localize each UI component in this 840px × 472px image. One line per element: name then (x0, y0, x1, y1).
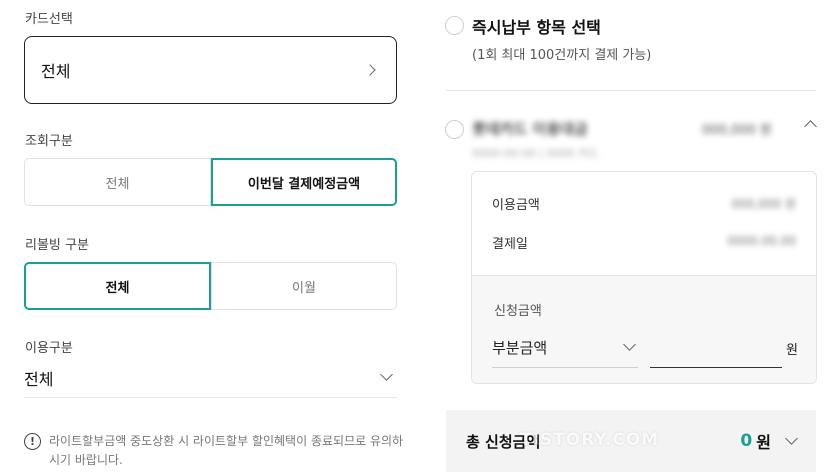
request-type-value: 부분금액 (492, 339, 548, 357)
revolving-type-all-button[interactable]: 전체 (24, 262, 211, 310)
usage-type-dropdown[interactable]: 전체 (24, 358, 397, 398)
inquiry-type-label: 조회구분 (25, 134, 73, 149)
card-select-label: 카드선택 (25, 12, 73, 27)
amount-input-underline (650, 367, 782, 368)
inquiry-type-all-button[interactable]: 전체 (24, 158, 211, 206)
revolving-type-label: 리볼빙 구분 (25, 238, 89, 253)
usage-type-label: 이용구분 (25, 341, 73, 356)
request-type-dropdown[interactable]: 부분금액 (492, 328, 638, 368)
chevron-down-icon (623, 338, 636, 351)
watermark: TISTORY.COM (520, 430, 660, 450)
info-icon: ! (24, 433, 41, 450)
total-value: 0 (740, 431, 753, 451)
notice-text: 라이트할부금액 중도상환 시 라이트할부 할인혜택이 종료되므로 유의하시기 바… (49, 434, 404, 467)
revolving-type-segment: 전체 이월 (24, 262, 397, 310)
notice: ! 라이트할부금액 중도상환 시 라이트할부 할인혜택이 종료되므로 유의하시기… (24, 432, 404, 470)
usage-type-value: 전체 (24, 369, 54, 389)
item-radio[interactable] (445, 120, 464, 139)
payment-date-label: 결제일 (492, 237, 528, 252)
divider (446, 90, 816, 91)
card-select-dropdown[interactable]: 전체 (24, 36, 397, 104)
chevron-down-icon (785, 431, 798, 445)
inquiry-type-segment: 전체 이번달 결제예정금액 (24, 158, 397, 206)
item-meta: 0000-00-00 | 0000 카드 (472, 147, 599, 160)
payment-date-value: 0000.00.00 (727, 234, 796, 248)
item-amount: 000,000 원 (702, 123, 772, 138)
chevron-up-icon[interactable] (804, 120, 817, 133)
request-amount-input[interactable]: 원 (650, 328, 798, 368)
instant-payment-title: 즉시납부 항목 선택 (472, 18, 601, 37)
usage-amount-label: 이용금액 (492, 198, 540, 213)
item-detail-panel: 이용금액 000,000 원 결제일 0000.00.00 신청금액 부분금액 … (471, 171, 817, 384)
amount-unit: 원 (786, 342, 798, 358)
item-name: 롯데카드 이용대금 (472, 120, 588, 138)
usage-amount-value: 000,000 원 (731, 197, 796, 211)
inquiry-type-this-month-button[interactable]: 이번달 결제예정금액 (211, 158, 397, 206)
select-all-radio[interactable] (445, 16, 464, 35)
card-select-value: 전체 (41, 62, 71, 81)
chevron-right-icon (364, 64, 376, 76)
revolving-type-carryover-button[interactable]: 이월 (211, 262, 397, 310)
total-unit: 원 (756, 433, 771, 452)
chevron-down-icon (380, 368, 393, 381)
request-amount-label: 신청금액 (494, 304, 542, 319)
instant-payment-subtitle: (1회 최대 100건까지 결제 가능) (472, 48, 652, 63)
